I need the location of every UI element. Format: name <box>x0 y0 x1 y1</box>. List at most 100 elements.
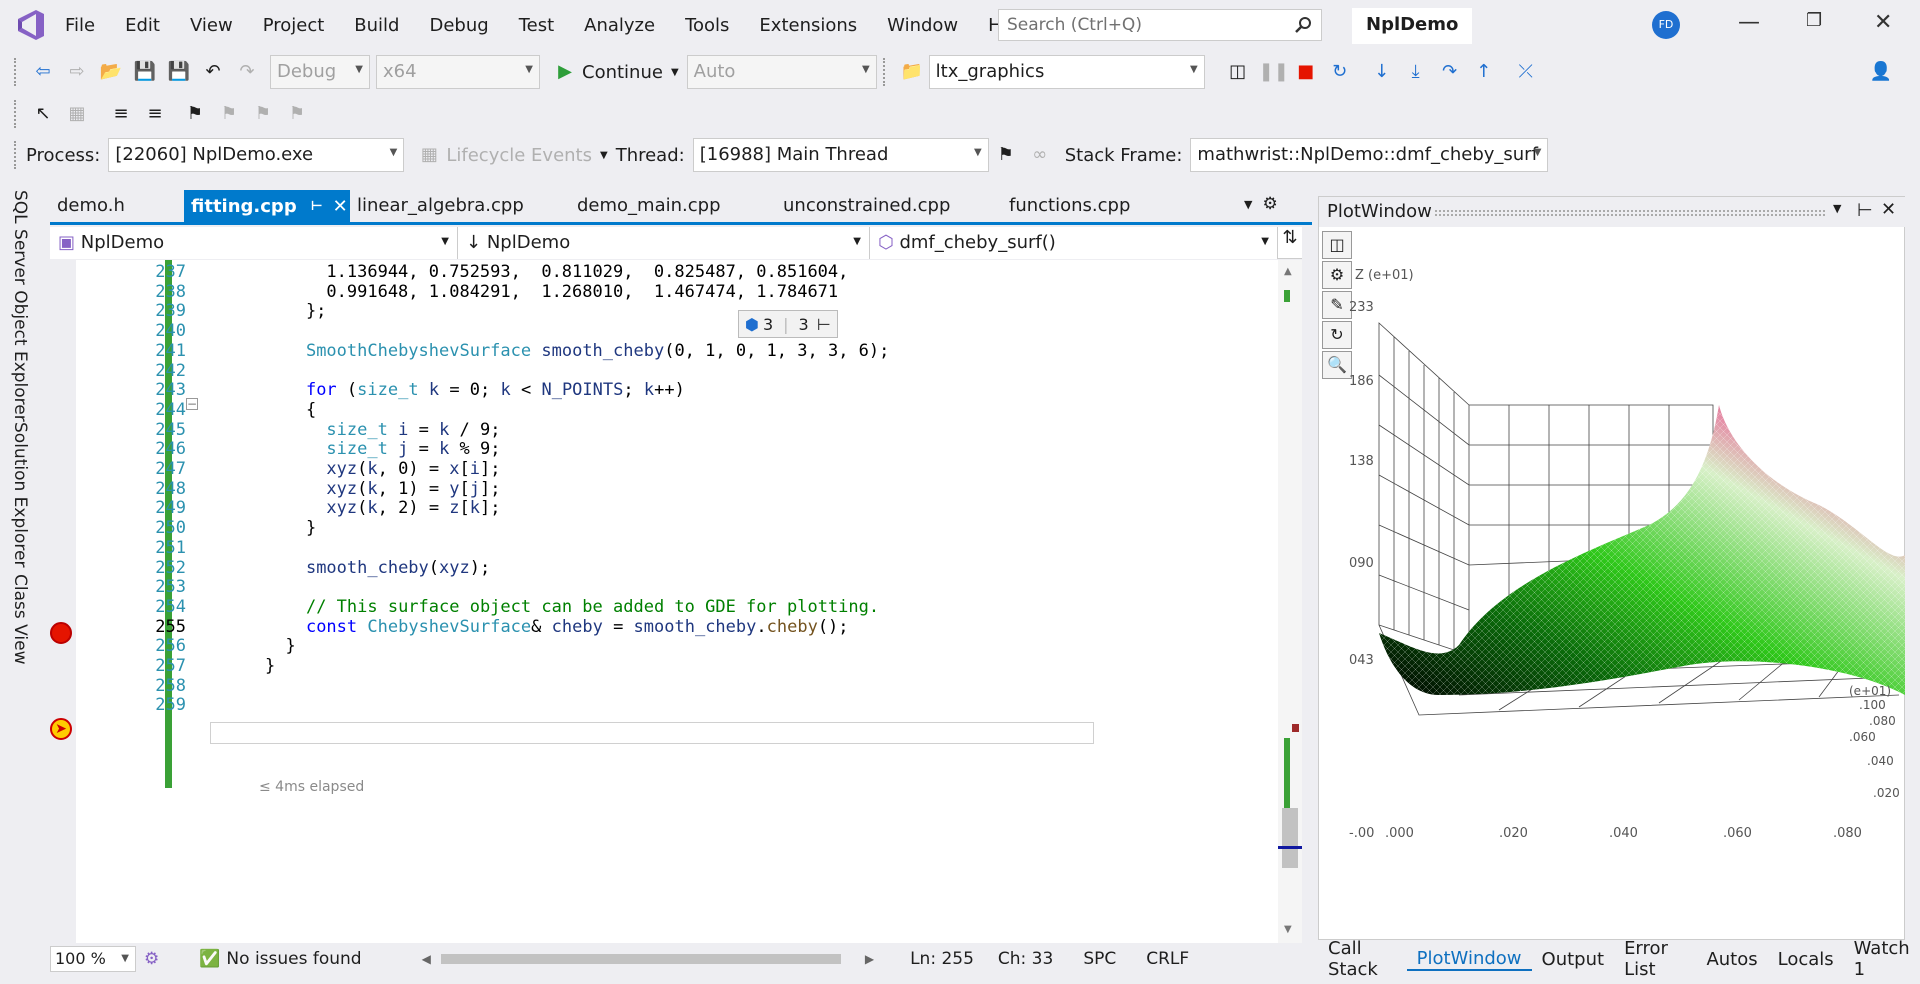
menu-view[interactable]: View <box>175 15 248 36</box>
prev-bookmark-icon[interactable]: ⚑ <box>216 101 242 127</box>
code-line[interactable]: xyz(k, 1) = y[j]; <box>265 479 500 499</box>
code-line[interactable]: size_t i = k / 9; <box>265 420 500 440</box>
vertical-scrollbar[interactable]: ▲ ▼ <box>1278 260 1302 943</box>
scroll-thumb[interactable] <box>1282 808 1298 868</box>
code-line[interactable]: }; <box>265 301 326 321</box>
configuration-select[interactable]: Debug ▼ <box>270 55 370 89</box>
scroll-left-icon[interactable]: ◀ <box>422 952 431 966</box>
break-all-icon[interactable]: ❚❚ <box>1259 59 1289 85</box>
code-line[interactable]: xyz(k, 0) = x[i]; <box>265 459 500 479</box>
pin-icon[interactable]: ⊢ <box>311 199 323 214</box>
indent-icon[interactable]: ≡ <box>142 101 168 127</box>
tab-demo-h[interactable]: demo.h <box>50 190 184 222</box>
save-all-icon[interactable]: 💾 <box>166 59 192 85</box>
tab-unconstrained-cpp[interactable]: unconstrained.cpp <box>776 190 1002 222</box>
scroll-down-icon[interactable]: ▼ <box>1284 924 1292 935</box>
scroll-right-icon[interactable]: ▶ <box>865 952 874 966</box>
step-out-icon[interactable]: ↑ <box>1471 59 1497 85</box>
select-icon[interactable]: ↖ <box>30 101 56 127</box>
chevron-down-icon[interactable]: ▼ <box>600 150 608 161</box>
diagnostic-tools-icon[interactable]: ⤫ <box>1513 59 1539 85</box>
tab-plot-window[interactable]: PlotWindow <box>1406 948 1532 971</box>
close-tab-icon[interactable]: ✕ <box>333 196 348 217</box>
intellicode-icon[interactable]: ⚙ <box>144 949 159 969</box>
gear-icon[interactable]: ⚙ <box>1322 261 1352 289</box>
redo-icon[interactable]: ↷ <box>234 59 260 85</box>
zoom-icon[interactable]: 🔍 <box>1322 351 1352 379</box>
tab-call-stack[interactable]: Call Stack <box>1318 938 1407 980</box>
horizontal-scroll-thumb[interactable] <box>440 954 841 964</box>
chevron-down-icon[interactable]: ▼ <box>671 67 679 78</box>
menu-file[interactable]: File <box>50 15 110 36</box>
code-line[interactable]: { <box>265 400 316 420</box>
window-layout-icon[interactable]: ◫ <box>1225 59 1251 85</box>
startup-project-select[interactable]: ltx_graphics ▼ <box>928 55 1205 89</box>
issues-status[interactable]: No issues found <box>226 949 361 969</box>
line-ending-indicator[interactable]: CRLF <box>1146 949 1189 969</box>
next-bookmark-icon[interactable]: ⚑ <box>250 101 276 127</box>
tab-watch-1[interactable]: Watch 1 <box>1844 938 1920 980</box>
surface-plot[interactable]: Z (e+01) 233 186 138 090 043 -.00 .000 .… <box>1349 225 1905 941</box>
toolbar-grip[interactable] <box>14 58 20 86</box>
show-next-statement-icon[interactable]: ↓ <box>1369 59 1395 85</box>
split-icon[interactable]: ⇅ <box>1278 227 1302 258</box>
thread-select[interactable]: [16988] Main Thread ▼ <box>692 138 989 172</box>
search-box[interactable]: Search (Ctrl+Q) <box>998 9 1322 41</box>
menu-debug[interactable]: Debug <box>414 15 503 36</box>
code-line[interactable]: xyz(k, 2) = z[k]; <box>265 498 500 518</box>
tab-output[interactable]: Output <box>1532 949 1615 970</box>
user-avatar[interactable]: FD <box>1652 11 1680 39</box>
whitespace-indicator[interactable]: SPC <box>1083 949 1116 969</box>
drag-grip[interactable] <box>1435 210 1825 216</box>
menu-project[interactable]: Project <box>248 15 340 36</box>
zoom-select[interactable]: 100 % ▼ <box>50 946 136 972</box>
project-nav-select[interactable]: ▣ NplDemo ▼ <box>50 227 458 259</box>
menu-window[interactable]: Window <box>872 15 973 36</box>
code-line[interactable]: // This surface object can be added to G… <box>265 597 879 617</box>
platform-select[interactable]: x64 ▼ <box>376 55 540 89</box>
code-line[interactable]: const ChebyshevSurface& cheby = smooth_c… <box>265 617 849 637</box>
toolbar-grip[interactable] <box>14 141 20 169</box>
menu-test[interactable]: Test <box>504 15 569 36</box>
flag-thread-icon[interactable]: ⚑ <box>993 142 1019 168</box>
step-over-icon[interactable]: ↷ <box>1437 59 1463 85</box>
code-line[interactable]: 0.991648, 1.084291, 1.268010, 1.467474, … <box>265 282 838 302</box>
minimize-icon[interactable]: — <box>1738 10 1760 35</box>
code-line[interactable]: for (size_t k = 0; k < N_POINTS; k++) <box>265 380 685 400</box>
auto-select[interactable]: Auto ▼ <box>686 55 877 89</box>
live-share-icon[interactable]: 👤 <box>1868 59 1894 85</box>
toolbar-grip[interactable] <box>14 100 20 128</box>
tab-error-list[interactable]: Error List <box>1614 938 1696 980</box>
code-line[interactable]: } <box>265 518 316 538</box>
menu-tools[interactable]: Tools <box>670 15 744 36</box>
continue-icon[interactable]: ▶ <box>552 59 578 85</box>
code-editor[interactable]: ➤ − 237 1.136944, 0.752593, 0.811029, 0.… <box>50 260 1278 943</box>
rotate-icon[interactable]: ↻ <box>1322 321 1352 349</box>
window-position-icon[interactable]: ▼ <box>1833 202 1841 215</box>
unpin-icon[interactable]: ⊢ <box>817 315 831 334</box>
line-indicator[interactable]: Ln: 255 <box>910 949 974 969</box>
indicator-margin[interactable] <box>50 260 76 943</box>
tab-functions-cpp[interactable]: functions.cpp <box>1002 190 1202 222</box>
stack-frame-select[interactable]: mathwrist::NplDemo::dmf_cheby_surf ▼ <box>1190 138 1549 172</box>
step-into-icon[interactable]: ⤓ <box>1403 59 1429 85</box>
toolbar-grip[interactable] <box>882 58 889 86</box>
lifecycle-events-button[interactable]: Lifecycle Events <box>446 145 592 166</box>
menu-edit[interactable]: Edit <box>110 15 175 36</box>
member-nav-select[interactable]: ⬡ dmf_cheby_surf() ▼ <box>870 227 1278 259</box>
export-icon[interactable]: ◫ <box>1322 231 1352 259</box>
tab-locals[interactable]: Locals <box>1768 949 1844 970</box>
solution-explorer-tab[interactable]: Solution Explorer <box>10 422 30 567</box>
open-folder-icon[interactable]: 📂 <box>98 59 124 85</box>
breakpoint-icon[interactable] <box>50 622 72 644</box>
thread-toggle-icon[interactable]: ∞ <box>1027 142 1053 168</box>
code-line[interactable]: 1.136944, 0.752593, 0.811029, 0.825487, … <box>265 262 848 282</box>
bookmark-icon[interactable]: ⚑ <box>182 101 208 127</box>
clear-bookmarks-icon[interactable]: ⚑ <box>284 101 310 127</box>
pin-data-tip-icon[interactable]: ⬢ <box>745 315 759 334</box>
code-line[interactable]: SmoothChebyshevSurface smooth_cheby(0, 1… <box>265 341 889 361</box>
tab-linear-algebra-cpp[interactable]: linear_algebra.cpp <box>350 190 570 222</box>
menu-build[interactable]: Build <box>339 15 414 36</box>
process-select[interactable]: [22060] NplDemo.exe ▼ <box>108 138 405 172</box>
save-icon[interactable]: 💾 <box>132 59 158 85</box>
